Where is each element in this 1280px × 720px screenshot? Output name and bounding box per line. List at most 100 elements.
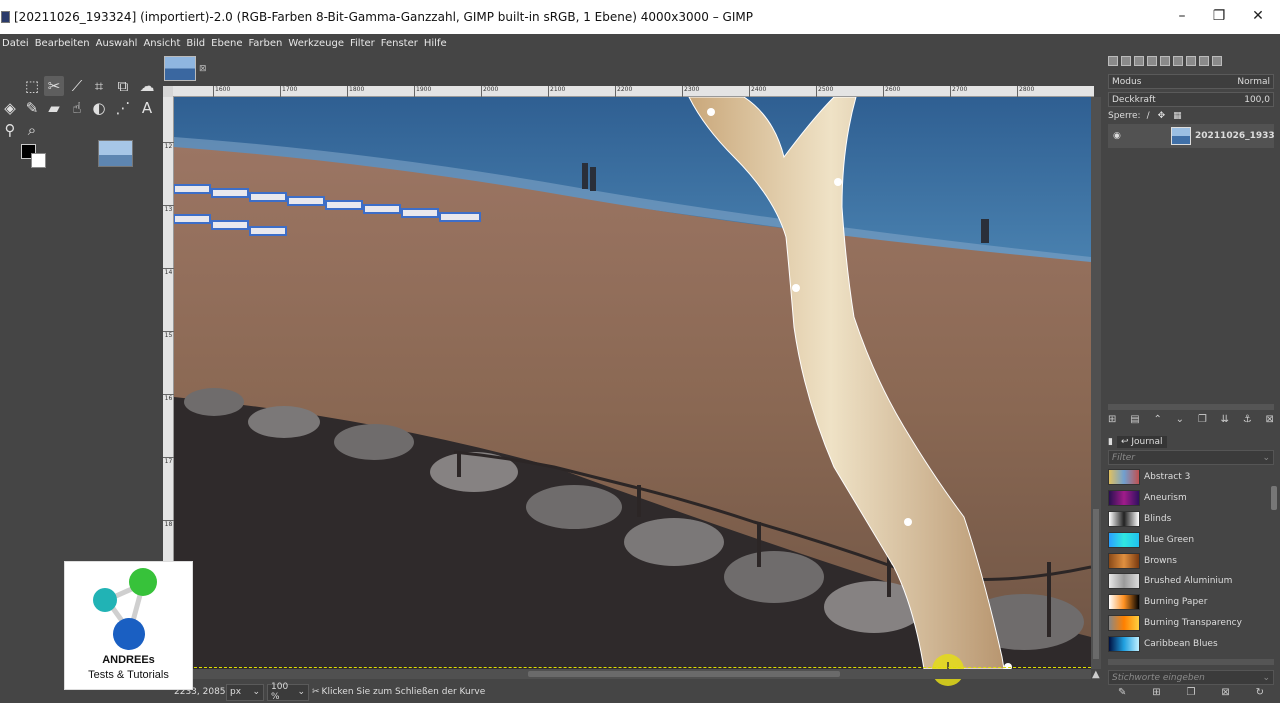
tag-entry-field[interactable]: Stichworte eingeben ⌄ xyxy=(1108,670,1274,685)
gradient-item[interactable]: Abstract 3 xyxy=(1108,467,1268,488)
menu-ansicht[interactable]: Ansicht xyxy=(141,36,184,54)
layer-mode-select[interactable]: Modus Normal xyxy=(1108,74,1274,89)
menu-hilfe[interactable]: Hilfe xyxy=(422,36,451,54)
bucket-fill-tool-icon[interactable]: ◈ xyxy=(0,98,20,118)
unit-select[interactable]: px ⌄ xyxy=(226,683,264,701)
menu-werkzeuge[interactable]: Werkzeuge xyxy=(286,36,348,54)
gradient-item[interactable]: Caribbean Blues xyxy=(1108,633,1268,654)
minimize-button[interactable]: – xyxy=(1172,8,1192,24)
edit-gradient-icon[interactable]: ✎ xyxy=(1118,687,1126,703)
gradient-item[interactable]: Brushed Aluminium xyxy=(1108,571,1268,592)
menu-bearbeiten[interactable]: Bearbeiten xyxy=(33,36,94,54)
ruler-v-label: 15 xyxy=(163,331,174,339)
paintbrush-tool-icon[interactable]: ✎ xyxy=(22,98,42,118)
tab-journal[interactable]: ↩ Journal xyxy=(1116,436,1167,448)
unified-transform-tool-icon[interactable]: ⧉ xyxy=(113,76,133,96)
lock-position-icon[interactable]: ✥ xyxy=(1158,111,1166,121)
color-picker-tool-icon[interactable]: ⚲ xyxy=(0,120,20,140)
menu-auswahl[interactable]: Auswahl xyxy=(94,36,142,54)
new-gradient-icon[interactable]: ⊞ xyxy=(1152,687,1160,703)
new-layer-icon[interactable]: ⊞ xyxy=(1108,414,1116,430)
eye-icon[interactable]: ◉ xyxy=(1113,131,1121,141)
ruler-h-label: 2800 xyxy=(1017,86,1034,97)
zoom-tool-icon[interactable]: ⌕ xyxy=(22,120,42,140)
ruler-h-label: 1700 xyxy=(280,86,297,97)
lock-alpha-icon[interactable]: ▦ xyxy=(1173,111,1182,121)
gradient-item[interactable]: Blue Green xyxy=(1108,529,1268,550)
measure-tool-icon[interactable]: ⟋ xyxy=(67,76,87,96)
gradient-item[interactable]: Burning Transparency xyxy=(1108,613,1268,634)
tag-placeholder: Stichworte eingeben xyxy=(1112,672,1205,683)
vertical-scroll-thumb[interactable] xyxy=(1093,509,1099,659)
menu-farben[interactable]: Farben xyxy=(246,36,286,54)
gradient-filter-field[interactable]: Filter ⌄ xyxy=(1108,450,1274,465)
raise-layer-icon[interactable]: ⌃ xyxy=(1153,414,1161,430)
gradient-action-buttons: ✎ ⊞ ❐ ⊠ ↻ xyxy=(1108,687,1274,703)
channels-tab-icon[interactable] xyxy=(1121,56,1131,66)
rect-select-tool-icon[interactable]: ⬚ xyxy=(22,76,42,96)
menu-bild[interactable]: Bild xyxy=(184,36,209,54)
menu-filter[interactable]: Filter xyxy=(348,36,379,54)
scissors-select-tool-icon[interactable]: ✂ xyxy=(44,76,64,96)
gradient-item[interactable]: Blinds xyxy=(1108,509,1268,530)
gradient-item[interactable]: Browns xyxy=(1108,550,1268,571)
image-canvas[interactable] xyxy=(174,97,1091,669)
undo-tab-icon[interactable] xyxy=(1199,56,1209,66)
layer-item[interactable]: ◉ 20211026_193324. xyxy=(1108,124,1274,148)
zoom-select[interactable]: 100 % ⌄ xyxy=(267,682,309,702)
horizontal-scrollbar[interactable] xyxy=(174,669,1091,679)
mode-value: Normal xyxy=(1237,76,1270,87)
merge-layer-icon[interactable]: ⇊ xyxy=(1221,414,1229,430)
close-button[interactable]: ✕ xyxy=(1248,8,1268,24)
maximize-button[interactable]: ❐ xyxy=(1209,8,1229,24)
duplicate-gradient-icon[interactable]: ❐ xyxy=(1187,687,1196,703)
gradients-tab-icon[interactable]: ▮ xyxy=(1108,437,1113,447)
gradient-swatch xyxy=(1108,614,1140,631)
menu-datei[interactable]: Datei xyxy=(0,36,33,54)
smudge-tool-icon[interactable]: ☝ xyxy=(67,98,87,118)
gradient-item[interactable]: Aneurism xyxy=(1108,488,1268,509)
gradient-hscrollbar[interactable] xyxy=(1108,659,1274,665)
crop-tool-icon[interactable]: ⌗ xyxy=(89,76,109,96)
image-tab-thumbnail[interactable] xyxy=(164,56,196,81)
navigate-icon[interactable]: ▲ xyxy=(1092,669,1100,680)
background-color-swatch[interactable] xyxy=(31,153,46,168)
warp-tool-icon[interactable]: ☁ xyxy=(137,76,157,96)
close-tab-icon[interactable]: ⊠ xyxy=(199,64,207,74)
layers-scrollbar[interactable] xyxy=(1108,404,1274,410)
text-tool-icon[interactable]: A xyxy=(137,98,157,118)
menu-fenster[interactable]: Fenster xyxy=(379,36,422,54)
opacity-field[interactable]: Deckkraft 100,0 xyxy=(1108,92,1274,107)
lower-layer-icon[interactable]: ⌄ xyxy=(1176,414,1184,430)
lock-pixels-icon[interactable]: / xyxy=(1147,111,1150,121)
horizontal-ruler[interactable]: 1600 1700 1800 1900 2000 2100 2200 2300 2400 2500… xyxy=(173,86,1094,97)
dodge-tool-icon[interactable]: ◐ xyxy=(89,98,109,118)
bottom-strip xyxy=(0,703,1280,720)
delete-gradient-icon[interactable]: ⊠ xyxy=(1221,687,1229,703)
ruler-h-label: 2000 xyxy=(481,86,498,97)
active-image-thumbnail[interactable] xyxy=(98,140,133,167)
refresh-gradients-icon[interactable]: ↻ xyxy=(1256,687,1264,703)
navigation-tab-icon[interactable] xyxy=(1186,56,1196,66)
logo-green-ball xyxy=(129,568,157,596)
histogram-tab-icon[interactable] xyxy=(1160,56,1170,66)
vertical-scrollbar[interactable] xyxy=(1091,97,1101,669)
delete-layer-icon[interactable]: ⊠ xyxy=(1266,414,1274,430)
paths-tab-icon[interactable] xyxy=(1134,56,1144,66)
anchor-layer-icon[interactable]: ⚓ xyxy=(1243,414,1252,430)
tool-options-tab-icon[interactable] xyxy=(1212,56,1222,66)
selection-tab-icon[interactable] xyxy=(1173,56,1183,66)
duplicate-layer-icon[interactable]: ❐ xyxy=(1198,414,1207,430)
ruler-h-label: 2700 xyxy=(950,86,967,97)
paths-tool-icon[interactable]: ⋰ xyxy=(113,98,133,118)
menu-ebene[interactable]: Ebene xyxy=(209,36,246,54)
colormap-tab-icon[interactable] xyxy=(1147,56,1157,66)
status-bar: 2233, 2085 px ⌄ 100 % ⌄ ✂ Klicken Sie zu… xyxy=(164,681,1104,703)
chevron-down-icon: ⌄ xyxy=(1262,452,1270,463)
eraser-tool-icon[interactable]: ▰ xyxy=(44,98,64,118)
layers-tab-icon[interactable] xyxy=(1108,56,1118,66)
gradient-item[interactable]: Burning Paper xyxy=(1108,592,1268,613)
gradient-scroll-thumb[interactable] xyxy=(1271,486,1277,510)
new-group-icon[interactable]: ▤ xyxy=(1130,414,1139,430)
horizontal-scroll-thumb[interactable] xyxy=(528,671,840,677)
